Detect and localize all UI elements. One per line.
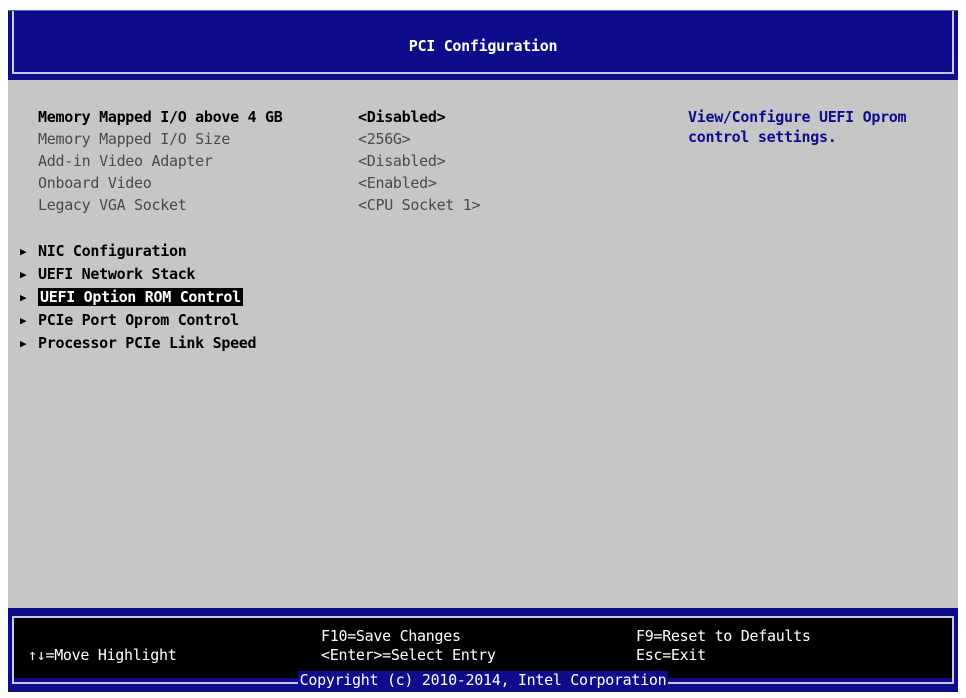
submenu-label: PCIe Port Oprom Control	[38, 311, 239, 329]
setting-label-mmio-size: Memory Mapped I/O Size	[38, 130, 231, 148]
setting-value-mmio-above-4gb[interactable]: <Disabled>	[358, 107, 446, 127]
key-help-bar: ↑↓=Move Highlight F10=Save Changes <Ente…	[8, 608, 958, 692]
submenu-uefi-network-stack[interactable]: ▶ UEFI Network Stack	[20, 264, 195, 285]
page-title: PCI Configuration	[408, 37, 558, 55]
setting-label-addin-video-adapter: Add-in Video Adapter	[38, 152, 213, 170]
submenu-label-highlighted: UEFI Option ROM Control	[38, 288, 243, 306]
title-bar: PCI Configuration	[8, 10, 958, 80]
help-text: View/Configure UEFI Oprom control settin…	[688, 108, 907, 146]
settings-panel: Memory Mapped I/O above 4 GB <Disabled> …	[8, 80, 958, 608]
submenu-uefi-option-rom-control[interactable]: ▶ UEFI Option ROM Control	[20, 287, 243, 308]
setting-value-onboard-video: <Enabled>	[358, 174, 437, 192]
right-triangle-arrow-icon: ▶	[20, 337, 27, 350]
submenu-nic-configuration[interactable]: ▶ NIC Configuration	[20, 241, 187, 262]
copyright-text: Copyright (c) 2010-2014, Intel Corporati…	[297, 671, 669, 689]
key-hint-select-entry: <Enter>=Select Entry	[321, 646, 496, 664]
key-hint-save-changes: F10=Save Changes	[321, 627, 461, 645]
submenu-label: Processor PCIe Link Speed	[38, 334, 257, 352]
setting-label-mmio-above-4gb[interactable]: Memory Mapped I/O above 4 GB	[38, 107, 283, 127]
submenu-label: UEFI Network Stack	[38, 265, 196, 283]
setting-value-addin-video-adapter: <Disabled>	[358, 152, 446, 170]
right-triangle-arrow-icon: ▶	[20, 291, 27, 304]
copyright-notice: Copyright (c) 2010-2014, Intel Corporati…	[8, 671, 958, 689]
title-bar-divider	[12, 72, 954, 74]
submenu-pcie-port-oprom-control[interactable]: ▶ PCIe Port Oprom Control	[20, 310, 239, 331]
right-triangle-arrow-icon: ▶	[20, 245, 27, 258]
key-hint-exit: Esc=Exit	[636, 646, 706, 664]
submenu-label: NIC Configuration	[38, 242, 187, 260]
setting-label-legacy-vga-socket: Legacy VGA Socket	[38, 196, 187, 214]
bios-setup-screen: PCI Configuration Memory Mapped I/O abov…	[0, 0, 966, 698]
right-triangle-arrow-icon: ▶	[20, 314, 27, 327]
key-hint-move-highlight: ↑↓=Move Highlight	[28, 646, 177, 664]
right-triangle-arrow-icon: ▶	[20, 268, 27, 281]
key-hint-reset-defaults: F9=Reset to Defaults	[636, 627, 811, 645]
submenu-processor-pcie-link-speed[interactable]: ▶ Processor PCIe Link Speed	[20, 333, 257, 354]
setting-value-legacy-vga-socket: <CPU Socket 1>	[358, 196, 481, 214]
setting-value-mmio-size: <256G>	[358, 130, 411, 148]
setting-label-onboard-video: Onboard Video	[38, 174, 152, 192]
